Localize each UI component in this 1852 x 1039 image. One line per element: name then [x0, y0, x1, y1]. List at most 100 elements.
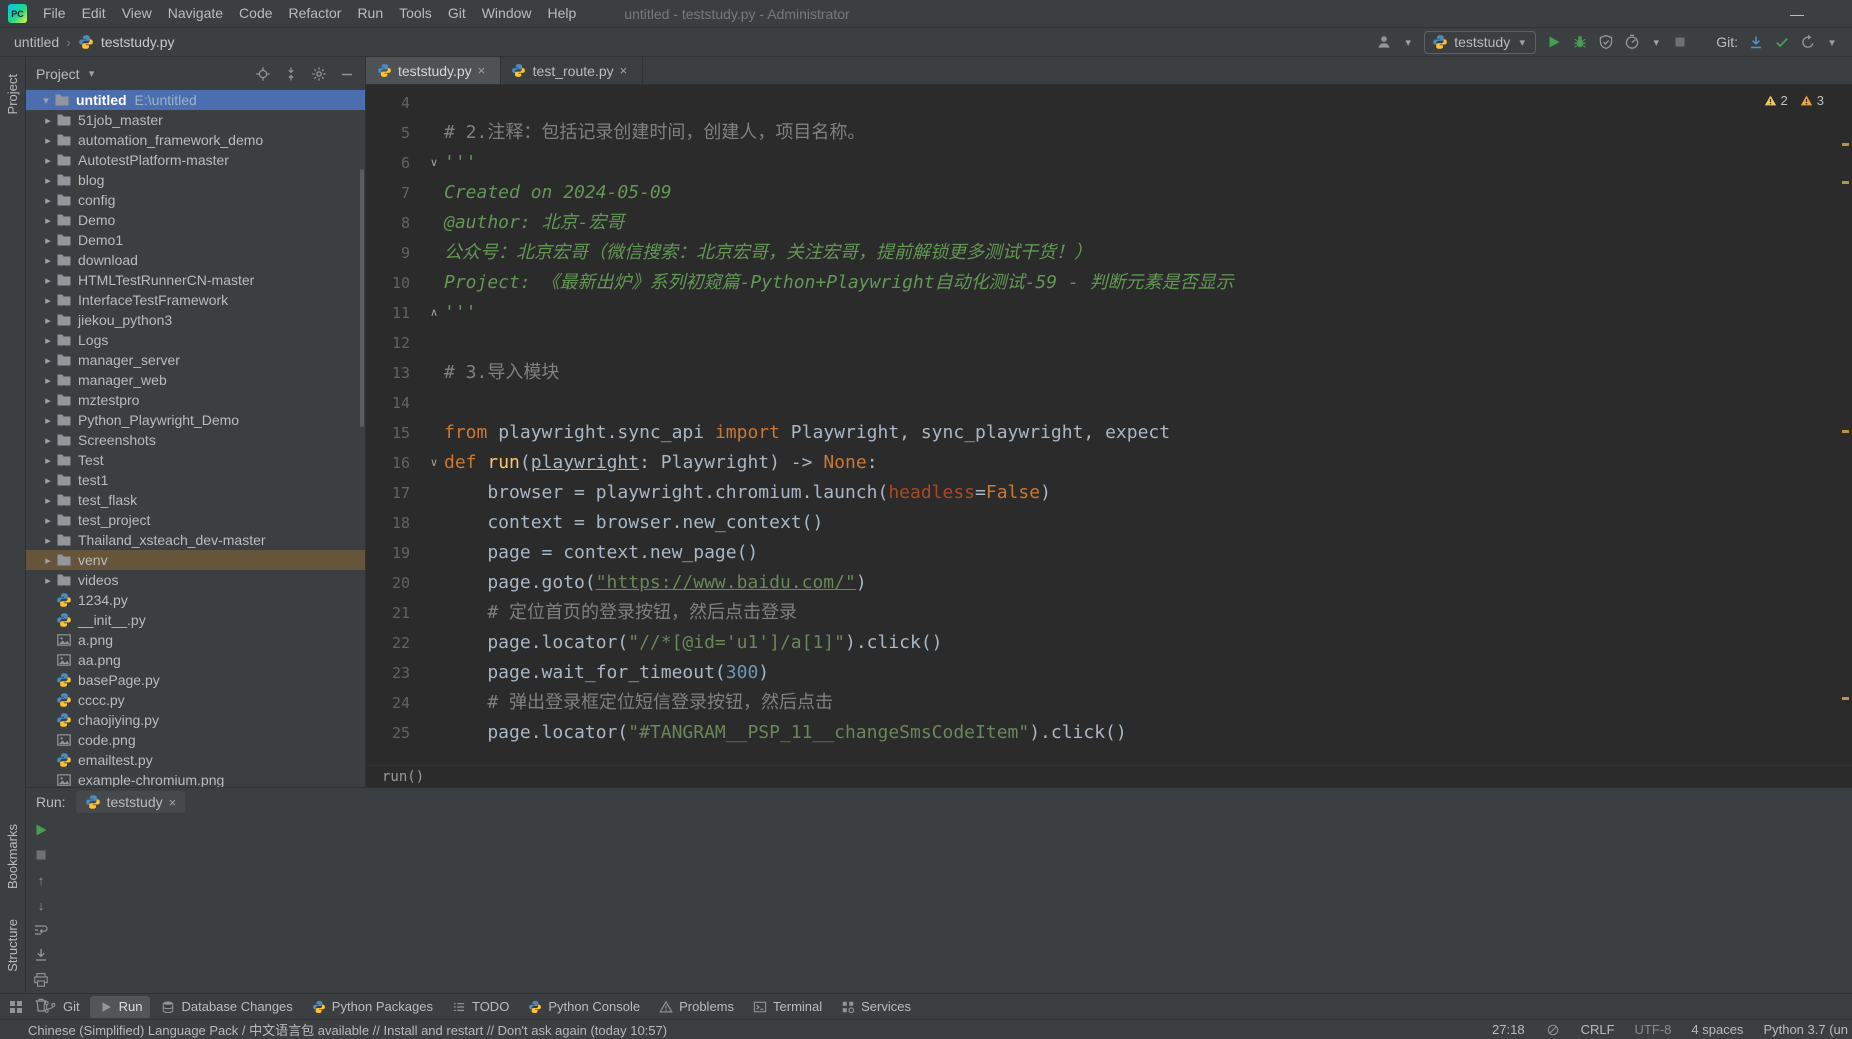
chevron-right-icon[interactable]: ▸: [40, 394, 56, 407]
chevron-right-icon[interactable]: ▸: [40, 274, 56, 287]
code-line-8[interactable]: 8 @author: 北京-宏哥: [366, 208, 1852, 238]
fold-marker-icon[interactable]: ∧: [424, 298, 444, 328]
run-console-output[interactable]: [56, 816, 1852, 1013]
menu-edit[interactable]: Edit: [74, 0, 114, 27]
git-history-button[interactable]: [1800, 34, 1816, 50]
tree-item-chaojiying.py[interactable]: chaojiying.py: [26, 710, 365, 730]
chevron-right-icon[interactable]: ▸: [40, 534, 56, 547]
code-line-7[interactable]: 7 Created on 2024-05-09: [366, 178, 1852, 208]
stripe-bookmarks[interactable]: Bookmarks: [5, 817, 20, 896]
menu-window[interactable]: Window: [474, 0, 540, 27]
chevron-right-icon[interactable]: ▸: [40, 254, 56, 267]
fold-marker-icon[interactable]: ∨: [424, 448, 444, 478]
tree-item-config[interactable]: ▸ config: [26, 190, 365, 210]
code-line-19[interactable]: 19 page = context.new_page(): [366, 538, 1852, 568]
tree-item-Demo1[interactable]: ▸ Demo1: [26, 230, 365, 250]
cursor-position[interactable]: 27:18: [1492, 1022, 1525, 1037]
chevron-right-icon[interactable]: ▸: [40, 334, 56, 347]
tree-item-basePage.py[interactable]: basePage.py: [26, 670, 365, 690]
tree-item-manager_server[interactable]: ▸ manager_server: [26, 350, 365, 370]
fold-marker-icon[interactable]: ∨: [424, 148, 444, 178]
code-line-21[interactable]: 21 # 定位首页的登录按钮，然后点击登录: [366, 598, 1852, 628]
close-icon[interactable]: ×: [620, 63, 632, 78]
tree-item-Screenshots[interactable]: ▸ Screenshots: [26, 430, 365, 450]
tree-item-Python_Playwright_Demo[interactable]: ▸ Python_Playwright_Demo: [26, 410, 365, 430]
menu-code[interactable]: Code: [231, 0, 280, 27]
stop-icon[interactable]: [33, 847, 49, 863]
breadcrumb-function[interactable]: run(): [382, 769, 424, 785]
chevron-right-icon[interactable]: ▸: [40, 194, 56, 207]
tree-item-Thailand_xsteach_dev-master[interactable]: ▸ Thailand_xsteach_dev-master: [26, 530, 365, 550]
tree-item-InterfaceTestFramework[interactable]: ▸ InterfaceTestFramework: [26, 290, 365, 310]
coverage-button[interactable]: [1598, 34, 1614, 50]
line-separator[interactable]: CRLF: [1581, 1022, 1615, 1037]
run-tab-teststudy[interactable]: teststudy ×: [75, 791, 186, 813]
scrollbar-thumb[interactable]: [360, 169, 364, 427]
chevron-right-icon[interactable]: ▸: [40, 294, 56, 307]
git-update-button[interactable]: [1748, 34, 1764, 50]
tree-item-download[interactable]: ▸ download: [26, 250, 365, 270]
minimize-button[interactable]: —: [1790, 6, 1804, 22]
tree-item-venv[interactable]: ▸ venv: [26, 550, 365, 570]
chevron-right-icon[interactable]: ▸: [40, 234, 56, 247]
toolwindow-run[interactable]: Run: [89, 995, 151, 1018]
tree-item-__init__.py[interactable]: __init__.py: [26, 610, 365, 630]
chevron-right-icon[interactable]: ▸: [40, 474, 56, 487]
project-view-selector[interactable]: Project: [36, 66, 80, 82]
tree-item-1234.py[interactable]: 1234.py: [26, 590, 365, 610]
stripe-project[interactable]: Project: [5, 67, 20, 121]
code-line-12[interactable]: 12: [366, 328, 1852, 358]
menu-view[interactable]: View: [114, 0, 160, 27]
chevron-right-icon[interactable]: ▸: [40, 174, 56, 187]
chevron-right-icon[interactable]: ▸: [40, 514, 56, 527]
chevron-right-icon[interactable]: ▸: [40, 554, 56, 567]
file-encoding[interactable]: UTF-8: [1635, 1022, 1672, 1037]
editor-breadcrumb[interactable]: run(): [366, 765, 1852, 787]
down-icon[interactable]: ↓: [35, 897, 47, 913]
toolwindow-todo[interactable]: TODO: [443, 996, 517, 1018]
tree-item-videos[interactable]: ▸ videos: [26, 570, 365, 590]
code-line-15[interactable]: 15 from playwright.sync_api import Playwr…: [366, 418, 1852, 448]
chevron-right-icon[interactable]: ▸: [40, 134, 56, 147]
git-commit-button[interactable]: [1774, 34, 1790, 50]
code-line-17[interactable]: 17 browser = playwright.chromium.launch(…: [366, 478, 1852, 508]
code-line-20[interactable]: 20 page.goto("https://www.baidu.com/"): [366, 568, 1852, 598]
chevron-right-icon[interactable]: ▸: [40, 494, 56, 507]
tool-window-switcher-icon[interactable]: [8, 999, 24, 1015]
code-line-22[interactable]: 22 page.locator("//*[@id='u1']/a[1]").cl…: [366, 628, 1852, 658]
tree-item-jiekou_python3[interactable]: ▸ jiekou_python3: [26, 310, 365, 330]
tree-item-example-chromium.png[interactable]: example-chromium.png: [26, 770, 365, 787]
tree-item-test_flask[interactable]: ▸ test_flask: [26, 490, 365, 510]
code-line-4[interactable]: 4: [366, 88, 1852, 118]
hide-panel-icon[interactable]: [339, 66, 355, 82]
rerun-icon[interactable]: [33, 822, 49, 838]
chevron-right-icon[interactable]: ▸: [40, 314, 56, 327]
tree-item-automation_framework_demo[interactable]: ▸ automation_framework_demo: [26, 130, 365, 150]
chevron-right-icon[interactable]: ▸: [40, 574, 56, 587]
run-button[interactable]: [1546, 34, 1562, 50]
print-icon[interactable]: [33, 972, 49, 988]
code-with-me-users-icon[interactable]: [1376, 34, 1392, 50]
chevron-right-icon[interactable]: ▸: [40, 214, 56, 227]
chevron-down-icon[interactable]: ▾: [86, 66, 98, 82]
code-line-9[interactable]: 9 公众号：北京宏哥（微信搜索：北京宏哥，关注宏哥，提前解锁更多测试干货！）: [366, 238, 1852, 268]
code-line-16[interactable]: 16 ∨ def run(playwright: Playwright) -> No…: [366, 448, 1852, 478]
profiler-button[interactable]: [1624, 34, 1640, 50]
inspections-widget[interactable]: 23: [1764, 93, 1824, 108]
softwrap-icon[interactable]: [33, 922, 49, 938]
close-icon[interactable]: ×: [478, 63, 490, 78]
tree-item-aa.png[interactable]: aa.png: [26, 650, 365, 670]
tree-item-HTMLTestRunnerCN-master[interactable]: ▸ HTMLTestRunnerCN-master: [26, 270, 365, 290]
chevron-down-icon[interactable]: ▾: [1826, 34, 1838, 50]
code-line-11[interactable]: 11 ∧ ''': [366, 298, 1852, 328]
chevron-right-icon[interactable]: ▸: [40, 454, 56, 467]
menu-help[interactable]: Help: [540, 0, 585, 27]
menu-navigate[interactable]: Navigate: [160, 0, 231, 27]
chevron-right-icon[interactable]: ▸: [40, 354, 56, 367]
tab-teststudy.py[interactable]: teststudy.py ×: [366, 57, 501, 84]
tree-item-manager_web[interactable]: ▸ manager_web: [26, 370, 365, 390]
toolwindow-database-changes[interactable]: Database Changes: [152, 996, 300, 1018]
chevron-down-icon[interactable]: ▾: [1650, 34, 1662, 50]
code-line-5[interactable]: 5 # 2.注释：包括记录创建时间，创建人，项目名称。: [366, 118, 1852, 148]
menu-run[interactable]: Run: [349, 0, 391, 27]
